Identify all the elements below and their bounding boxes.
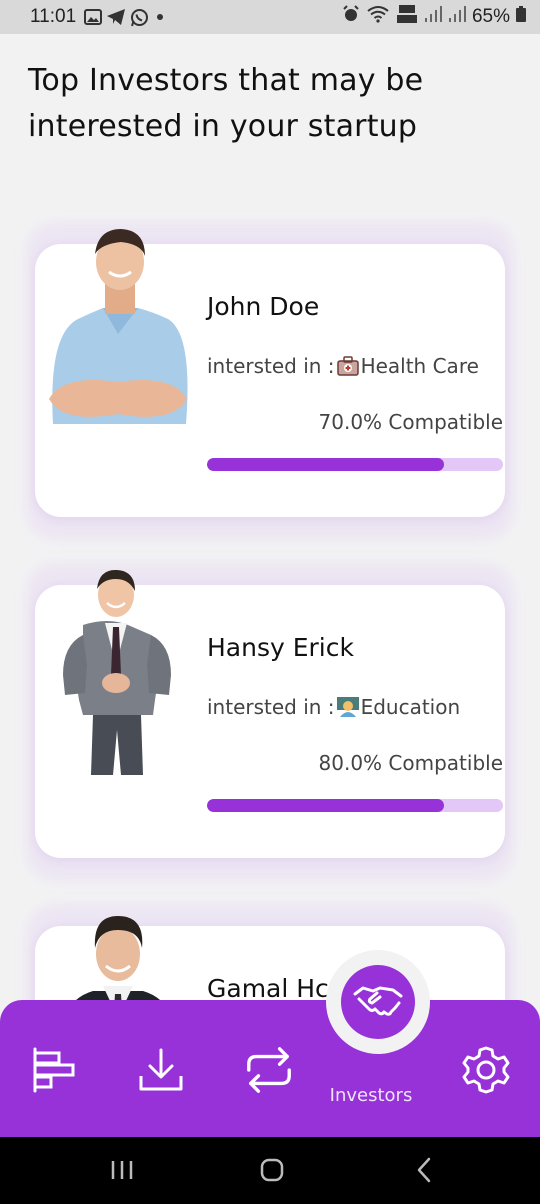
download-icon — [139, 1048, 183, 1091]
alarm-icon — [342, 5, 360, 29]
compatibility-progress-fill — [207, 458, 444, 471]
compatibility-label: 80.0% Compatible — [318, 751, 503, 775]
status-system-icons: 65% — [342, 4, 526, 30]
compatibility-label: 70.0% Compatible — [318, 410, 503, 434]
investor-name: Gamal Hc — [207, 974, 329, 1003]
interest-value: Education — [360, 695, 461, 719]
back-icon — [417, 1157, 431, 1183]
battery-label: 65% — [471, 6, 510, 27]
compatibility-progress-fill — [207, 799, 444, 812]
investor-card[interactable]: John Doe intersted in : Health Care 70.0%… — [35, 229, 505, 517]
investor-photo — [63, 569, 171, 775]
page-title: Top Investors that may be interested in … — [28, 63, 424, 144]
battery-icon — [516, 6, 526, 28]
settings-icon — [462, 1046, 510, 1094]
nav-investors-button[interactable] — [341, 965, 415, 1039]
bottom-navigation — [0, 1000, 540, 1137]
recent-apps-button[interactable] — [102, 1155, 142, 1185]
teacher-emoji — [336, 697, 359, 717]
system-navigation-bar — [0, 1137, 540, 1204]
whatsapp-icon — [130, 8, 149, 27]
interest-prefix: intersted in : — [207, 354, 335, 378]
repeat-icon — [247, 1047, 291, 1093]
compatibility-progress — [207, 458, 503, 471]
bar-chart-icon — [33, 1047, 75, 1093]
back-button[interactable] — [404, 1155, 444, 1185]
nav-settings-button[interactable] — [460, 1044, 512, 1096]
nav-investors-label: Investors — [329, 1085, 413, 1106]
home-icon — [260, 1158, 284, 1182]
recents-icon — [111, 1161, 133, 1179]
interest-prefix: intersted in : — [207, 695, 335, 719]
investor-interest: intersted in : Education — [207, 695, 460, 719]
status-time: 11:01 — [30, 6, 77, 27]
volte-icon — [396, 4, 418, 30]
dot-icon — [153, 10, 167, 24]
investor-interest: intersted in : Health Care — [207, 354, 479, 378]
compatibility-progress — [207, 799, 503, 812]
home-button[interactable] — [252, 1155, 292, 1185]
investor-photo — [49, 229, 188, 424]
image-icon — [84, 9, 103, 25]
telegram-icon — [106, 8, 126, 26]
status-bar: 11:01 65% — [0, 0, 540, 34]
investor-name: John Doe — [207, 292, 320, 321]
investor-card[interactable]: Hansy Erick intersted in : Education 80.0… — [35, 569, 505, 858]
wifi-icon — [366, 5, 390, 29]
status-notification-icons — [84, 8, 167, 27]
signal-icon-2 — [448, 5, 466, 29]
nav-swap-button[interactable] — [243, 1044, 295, 1096]
interest-value: Health Care — [360, 354, 479, 378]
investor-name: Hansy Erick — [207, 633, 354, 662]
handshake-icon — [353, 986, 403, 1016]
nav-download-button[interactable] — [135, 1044, 187, 1096]
medical-bag-emoji — [336, 356, 359, 376]
signal-icon — [424, 5, 442, 29]
nav-dashboard-button[interactable] — [28, 1044, 80, 1096]
